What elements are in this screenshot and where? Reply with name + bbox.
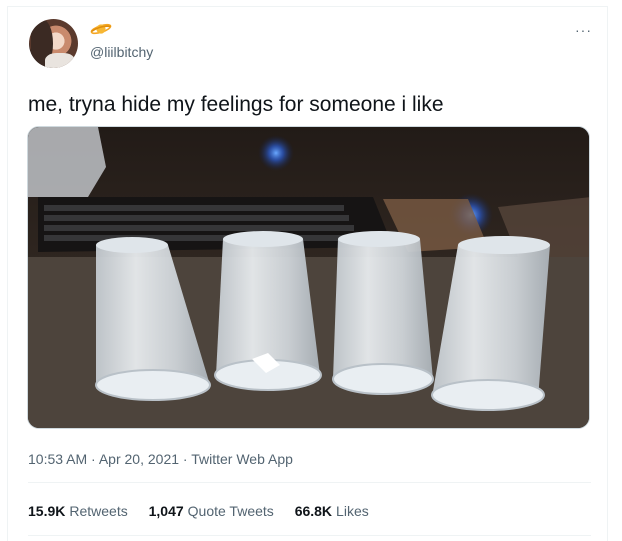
divider [28, 482, 591, 483]
likes-count: 66.8K [294, 503, 333, 519]
retweets-label: Retweets [69, 503, 128, 519]
tweet-date[interactable]: Apr 20, 2021 [99, 451, 179, 467]
retweets-stat[interactable]: 15.9K Retweets [28, 503, 128, 519]
divider [28, 535, 591, 536]
tweet-text: me, tryna hide my feelings for someone i… [28, 93, 444, 116]
quote-tweets-count: 1,047 [148, 503, 184, 519]
tweet-photo[interactable] [27, 126, 590, 429]
tweet-card: @liilbitchy ··· me, tryna hide my feelin… [7, 6, 608, 541]
meta-separator: · [91, 451, 96, 467]
avatar-shirt [45, 53, 75, 68]
tweet-meta: 10:53 AM · Apr 20, 2021 · Twitter Web Ap… [28, 451, 293, 467]
tweet-stats: 15.9K Retweets 1,047 Quote Tweets 66.8K Lik… [28, 503, 386, 519]
saturn-planet-icon [90, 23, 112, 35]
more-dots-icon[interactable]: ··· [575, 23, 592, 37]
meta-separator: · [182, 451, 188, 467]
author-handle[interactable]: @liilbitchy [90, 44, 153, 60]
quote-tweets-stat[interactable]: 1,047 Quote Tweets [149, 503, 274, 519]
photo-cups-image [28, 127, 589, 428]
avatar[interactable] [29, 19, 78, 68]
quote-tweets-label: Quote Tweets [187, 503, 274, 519]
retweets-count: 15.9K [28, 503, 66, 519]
likes-stat[interactable]: 66.8K Likes [295, 503, 369, 519]
tweet-time[interactable]: 10:53 AM [28, 451, 87, 467]
tweet-source[interactable]: Twitter Web App [191, 451, 293, 467]
likes-label: Likes [336, 503, 369, 519]
author-info [90, 21, 112, 37]
